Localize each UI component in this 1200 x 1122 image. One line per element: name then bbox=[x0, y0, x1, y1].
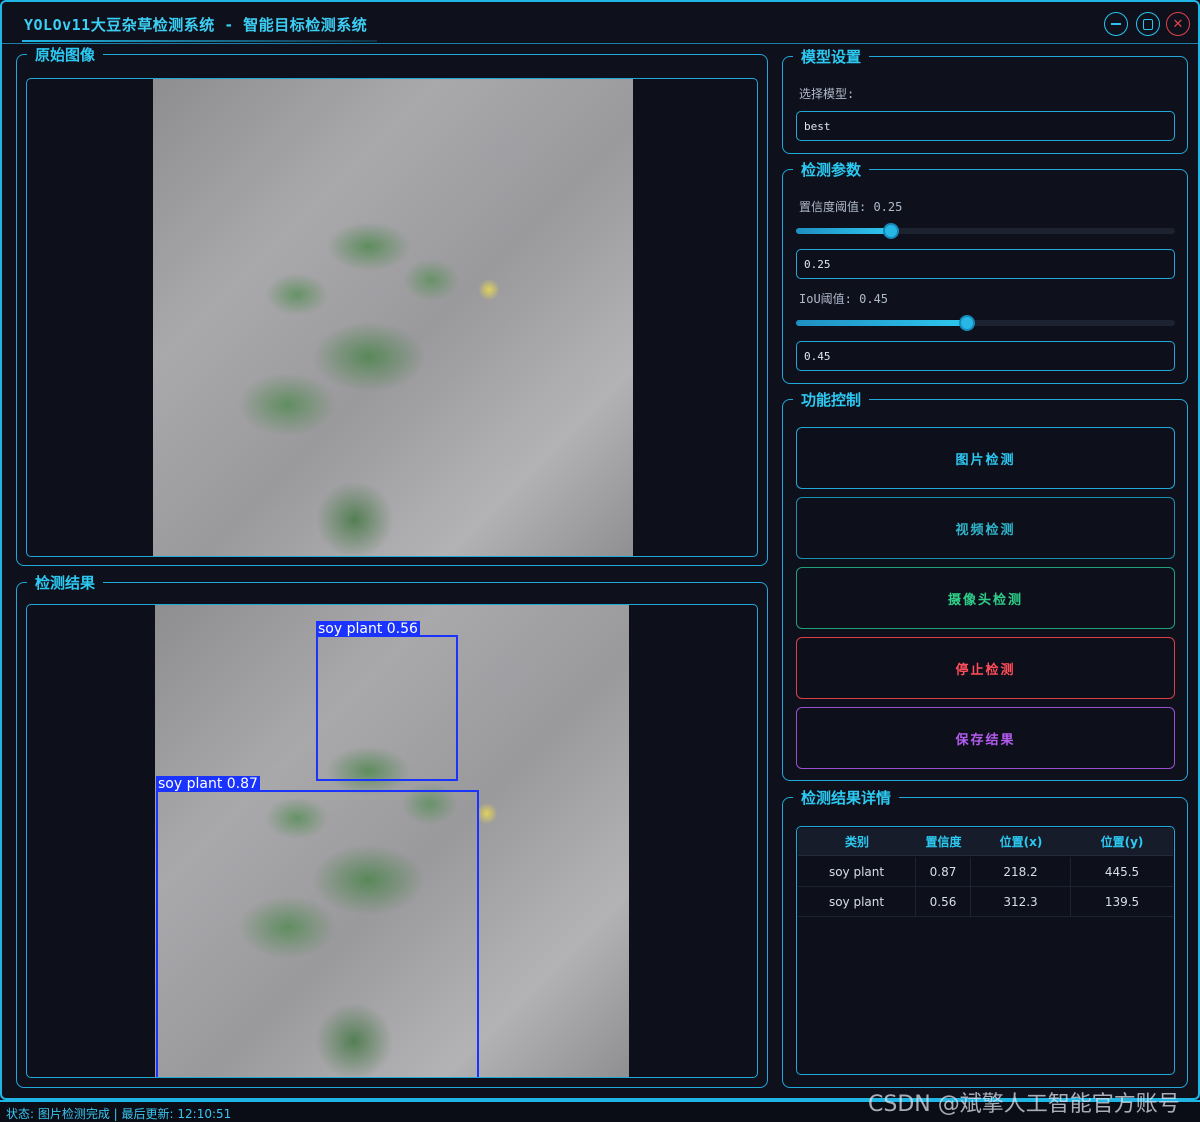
result-image-title: 检测结果 bbox=[27, 572, 104, 593]
minimize-button[interactable] bbox=[1104, 12, 1128, 36]
confidence-slider-handle[interactable] bbox=[882, 223, 899, 239]
confidence-slider[interactable] bbox=[796, 223, 1175, 239]
model-select[interactable]: best bbox=[796, 111, 1175, 141]
result-image-frame: soy plant 0.56 soy plant 0.87 bbox=[26, 604, 758, 1078]
maximize-button[interactable] bbox=[1136, 12, 1160, 36]
minimize-icon bbox=[1111, 23, 1121, 25]
maximize-icon bbox=[1143, 18, 1153, 30]
function-controls-title: 功能控制 bbox=[793, 389, 870, 410]
detection-label: soy plant 0.87 bbox=[156, 776, 260, 792]
camera-detect-button[interactable]: 摄像头检测 bbox=[796, 567, 1175, 629]
iou-input[interactable]: 0.45 bbox=[796, 341, 1175, 371]
close-button[interactable]: ✕ bbox=[1166, 12, 1190, 36]
iou-slider-fill bbox=[796, 320, 967, 326]
detection-box: soy plant 0.56 bbox=[316, 621, 458, 781]
table-cell: 218.2 bbox=[971, 857, 1071, 886]
image-detect-button[interactable]: 图片检测 bbox=[796, 427, 1175, 489]
table-cell: soy plant bbox=[798, 887, 916, 916]
table-header: 类别 置信度 位置(x) 位置(y) bbox=[798, 828, 1173, 856]
table-row[interactable]: soy plant 0.87 218.2 445.5 bbox=[798, 857, 1173, 887]
main-window: YOLOv11大豆杂草检测系统 - 智能目标检测系统 ✕ 原始图像 检测结果 s… bbox=[0, 0, 1200, 1100]
column-header[interactable]: 置信度 bbox=[916, 828, 971, 855]
video-detect-button[interactable]: 视频检测 bbox=[796, 497, 1175, 559]
title-underline bbox=[22, 40, 377, 42]
close-icon: ✕ bbox=[1172, 16, 1184, 32]
confidence-slider-fill bbox=[796, 228, 891, 234]
iou-label: IoU阈值: 0.45 bbox=[799, 292, 889, 306]
original-image-frame bbox=[26, 78, 758, 557]
detection-label: soy plant 0.56 bbox=[316, 621, 420, 637]
iou-slider[interactable] bbox=[796, 315, 1175, 331]
model-settings-title: 模型设置 bbox=[793, 46, 870, 67]
save-result-button[interactable]: 保存结果 bbox=[796, 707, 1175, 769]
confidence-label: 置信度阈值: 0.25 bbox=[799, 200, 903, 214]
iou-slider-handle[interactable] bbox=[958, 315, 975, 331]
stop-detect-button[interactable]: 停止检测 bbox=[796, 637, 1175, 699]
status-text: 状态: 图片检测完成 | 最后更新: 12:10:51 bbox=[6, 1107, 232, 1121]
table-cell: 0.87 bbox=[916, 857, 971, 886]
table-cell: 139.5 bbox=[1104, 894, 1140, 909]
original-image-title: 原始图像 bbox=[27, 44, 104, 65]
confidence-input[interactable]: 0.25 bbox=[796, 249, 1175, 279]
model-select-label: 选择模型: bbox=[799, 87, 855, 101]
detection-params-title: 检测参数 bbox=[793, 159, 870, 180]
column-header[interactable]: 位置(y) bbox=[1071, 828, 1173, 855]
table-cell: 445.5 bbox=[1104, 864, 1140, 879]
column-header[interactable]: 类别 bbox=[798, 828, 916, 855]
table-cell: 312.3 bbox=[971, 887, 1071, 916]
table-cell: 0.56 bbox=[916, 887, 971, 916]
detection-details-title: 检测结果详情 bbox=[793, 787, 900, 808]
table-row[interactable]: soy plant 0.56 312.3 139.5 bbox=[798, 887, 1173, 917]
column-header[interactable]: 位置(x) bbox=[971, 828, 1071, 855]
detection-box: soy plant 0.87 bbox=[156, 776, 479, 1077]
watermark: CSDN @斌擎人工智能官方账号 bbox=[868, 1092, 1180, 1117]
title-bar[interactable]: YOLOv11大豆杂草检测系统 - 智能目标检测系统 ✕ bbox=[2, 2, 1198, 44]
original-image bbox=[153, 79, 633, 556]
window-title: YOLOv11大豆杂草检测系统 - 智能目标检测系统 bbox=[24, 16, 368, 34]
table-cell: soy plant bbox=[798, 857, 916, 886]
